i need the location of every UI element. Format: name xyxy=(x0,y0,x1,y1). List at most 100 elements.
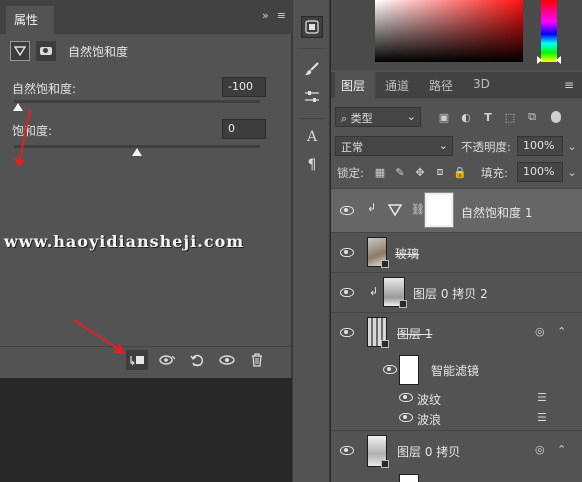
annotation-arrow-icon xyxy=(73,319,126,354)
filter-kind-value: 类型 xyxy=(350,112,373,125)
watermark-text: www.haoyidiansheji.com xyxy=(4,232,245,251)
layer-row[interactable]: ↲ ⛓ 自然饱和度 1 xyxy=(331,188,582,232)
clipping-arrow-icon: ↲ xyxy=(367,201,377,214)
filter-name: 波浪 xyxy=(417,413,442,427)
panel-menu-icon[interactable]: ≡ xyxy=(277,9,286,22)
lock-row: 锁定: ▦ ✎ ✥ ⧈ 🔒 填充: 100% ⌄ xyxy=(331,160,582,184)
opacity-input[interactable]: 100% xyxy=(517,136,563,156)
lock-image-icon[interactable]: ✎ xyxy=(393,165,407,179)
saturation-slider-thumb[interactable] xyxy=(132,148,142,156)
filter-row[interactable]: 波浪 ☰ xyxy=(331,408,582,428)
vibrance-adjustment-icon xyxy=(387,204,403,217)
layer-row[interactable]: 玻璃 xyxy=(331,232,582,272)
visibility-eye-icon[interactable] xyxy=(340,288,354,297)
chevron-down-icon: ⌄ xyxy=(438,139,448,152)
filter-smart-object-icon[interactable]: ⧉ xyxy=(525,110,539,124)
view-previous-state-icon[interactable] xyxy=(156,350,178,370)
layer-mask-thumbnail[interactable] xyxy=(424,192,454,228)
lock-position-icon[interactable]: ✥ xyxy=(413,165,427,179)
right-dock: 图层 通道 路径 3D ≡ ⌕ 类型 ⌄ ▣ ◐ T ⬚ ⧉ 正常 ⌄ 不透明度… xyxy=(331,0,582,482)
paragraph-icon[interactable]: ¶ xyxy=(301,154,323,176)
layer-row[interactable]: 图层 1 ◎ ⌃ xyxy=(331,312,582,352)
vibrance-adjustment-icon[interactable] xyxy=(10,41,30,61)
layer-name: 自然饱和度 1 xyxy=(461,206,533,220)
visibility-eye-icon[interactable] xyxy=(340,328,354,337)
fill-label: 填充: xyxy=(481,166,508,180)
hue-marker-icon xyxy=(537,56,561,64)
lock-transparent-icon[interactable]: ▦ xyxy=(373,165,387,179)
tab-properties[interactable]: 属性 xyxy=(6,6,54,34)
color-field[interactable] xyxy=(375,0,523,62)
tab-layers[interactable]: 图层 xyxy=(335,72,375,98)
smart-filters-icon[interactable]: ◎ xyxy=(535,325,545,338)
layer-row[interactable]: 图层 0 拷贝 ◎ ⌃ xyxy=(331,430,582,472)
saturation-value-input[interactable]: 0 xyxy=(222,119,266,139)
hue-slider[interactable] xyxy=(541,0,557,62)
visibility-eye-icon[interactable] xyxy=(383,365,397,374)
lock-artboard-icon[interactable]: ⧈ xyxy=(433,165,447,179)
filter-blending-options-icon[interactable]: ☰ xyxy=(537,391,547,404)
fill-input[interactable]: 100% xyxy=(517,162,563,182)
tab-paths[interactable]: 路径 xyxy=(427,72,467,98)
link-icon[interactable]: ⛓ xyxy=(411,203,425,216)
tab-channels[interactable]: 通道 xyxy=(381,72,421,98)
chevron-down-icon: ⌄ xyxy=(406,110,416,123)
character-icon[interactable]: A xyxy=(301,126,323,148)
chevron-down-icon[interactable]: ⌄ xyxy=(565,165,579,179)
vibrance-slider-track[interactable] xyxy=(14,100,260,103)
trash-icon[interactable] xyxy=(246,350,268,370)
layer-comps-icon[interactable] xyxy=(301,16,323,38)
reset-icon[interactable] xyxy=(186,350,208,370)
filter-type-icon[interactable]: T xyxy=(481,110,495,124)
panel-menu-icon[interactable]: ≡ xyxy=(564,78,574,92)
adjustment-title-row: 自然饱和度 xyxy=(10,38,282,64)
visibility-eye-icon[interactable] xyxy=(340,248,354,257)
header-icons: » ≡ xyxy=(262,9,286,22)
filter-name: 波纹 xyxy=(417,393,442,407)
chevron-up-icon[interactable]: ⌃ xyxy=(557,443,566,456)
visibility-eye-icon[interactable] xyxy=(340,206,354,215)
smart-filters-icon[interactable]: ◎ xyxy=(535,443,545,456)
filter-adjustment-icon[interactable]: ◐ xyxy=(459,110,473,124)
chevron-down-icon[interactable]: ⌄ xyxy=(565,139,579,153)
filter-row[interactable]: 波纹 ☰ xyxy=(331,388,582,408)
properties-panel: 属性 » ≡ 自然饱和度 自然饱和度: -100 饱和度: 0 xyxy=(0,0,292,378)
panel-icon-strip: A ¶ xyxy=(292,0,330,482)
color-picker-panel xyxy=(331,0,582,70)
visibility-eye-icon[interactable] xyxy=(399,393,413,402)
chevron-up-icon[interactable]: ⌃ xyxy=(557,325,566,338)
visibility-eye-icon[interactable] xyxy=(340,446,354,455)
layer-row[interactable]: ↲ 图层 0 拷贝 2 xyxy=(331,272,582,312)
layer-name: 图层 0 拷贝 2 xyxy=(413,287,488,301)
blend-mode-select[interactable]: 正常 ⌄ xyxy=(335,136,453,156)
layer-name: 玻璃 xyxy=(395,247,420,261)
layers-panel-tabs: 图层 通道 路径 3D ≡ xyxy=(331,72,582,98)
blend-row: 正常 ⌄ 不透明度: 100% ⌄ xyxy=(331,134,582,158)
visibility-eye-icon[interactable] xyxy=(399,413,413,422)
search-icon: ⌕ xyxy=(341,112,351,125)
filter-kind-select[interactable]: ⌕ 类型 ⌄ xyxy=(335,107,421,127)
filter-mask-thumbnail[interactable] xyxy=(399,355,419,385)
properties-footer xyxy=(0,346,292,372)
adjustment-title: 自然饱和度 xyxy=(68,44,129,59)
layer-mask-icon[interactable] xyxy=(36,41,56,61)
filter-toggle[interactable] xyxy=(551,111,561,123)
visibility-eye-icon[interactable] xyxy=(216,350,238,370)
lock-all-icon[interactable]: 🔒 xyxy=(453,165,467,179)
smart-object-badge-icon xyxy=(381,460,389,468)
vibrance-value-input[interactable]: -100 xyxy=(222,77,266,97)
layer-name: 图层 1 xyxy=(397,327,433,341)
tab-3d[interactable]: 3D xyxy=(473,72,503,98)
filter-blending-options-icon[interactable]: ☰ xyxy=(537,411,547,424)
clip-to-layer-button[interactable] xyxy=(126,349,148,370)
filter-mask-thumbnail xyxy=(399,474,419,482)
layer-name: 图层 0 拷贝 xyxy=(397,445,461,459)
annotation-arrow-icon xyxy=(14,109,31,168)
layer-filter-row: ⌕ 类型 ⌄ ▣ ◐ T ⬚ ⧉ xyxy=(331,104,582,130)
filter-pixel-icon[interactable]: ▣ xyxy=(437,110,451,124)
smart-filter-row[interactable]: 智能滤镜 xyxy=(331,352,582,388)
collapse-icon[interactable]: » xyxy=(262,9,269,22)
filter-shape-icon[interactable]: ⬚ xyxy=(503,110,517,124)
brush-icon[interactable] xyxy=(301,58,323,80)
brush-settings-icon[interactable] xyxy=(301,86,323,108)
